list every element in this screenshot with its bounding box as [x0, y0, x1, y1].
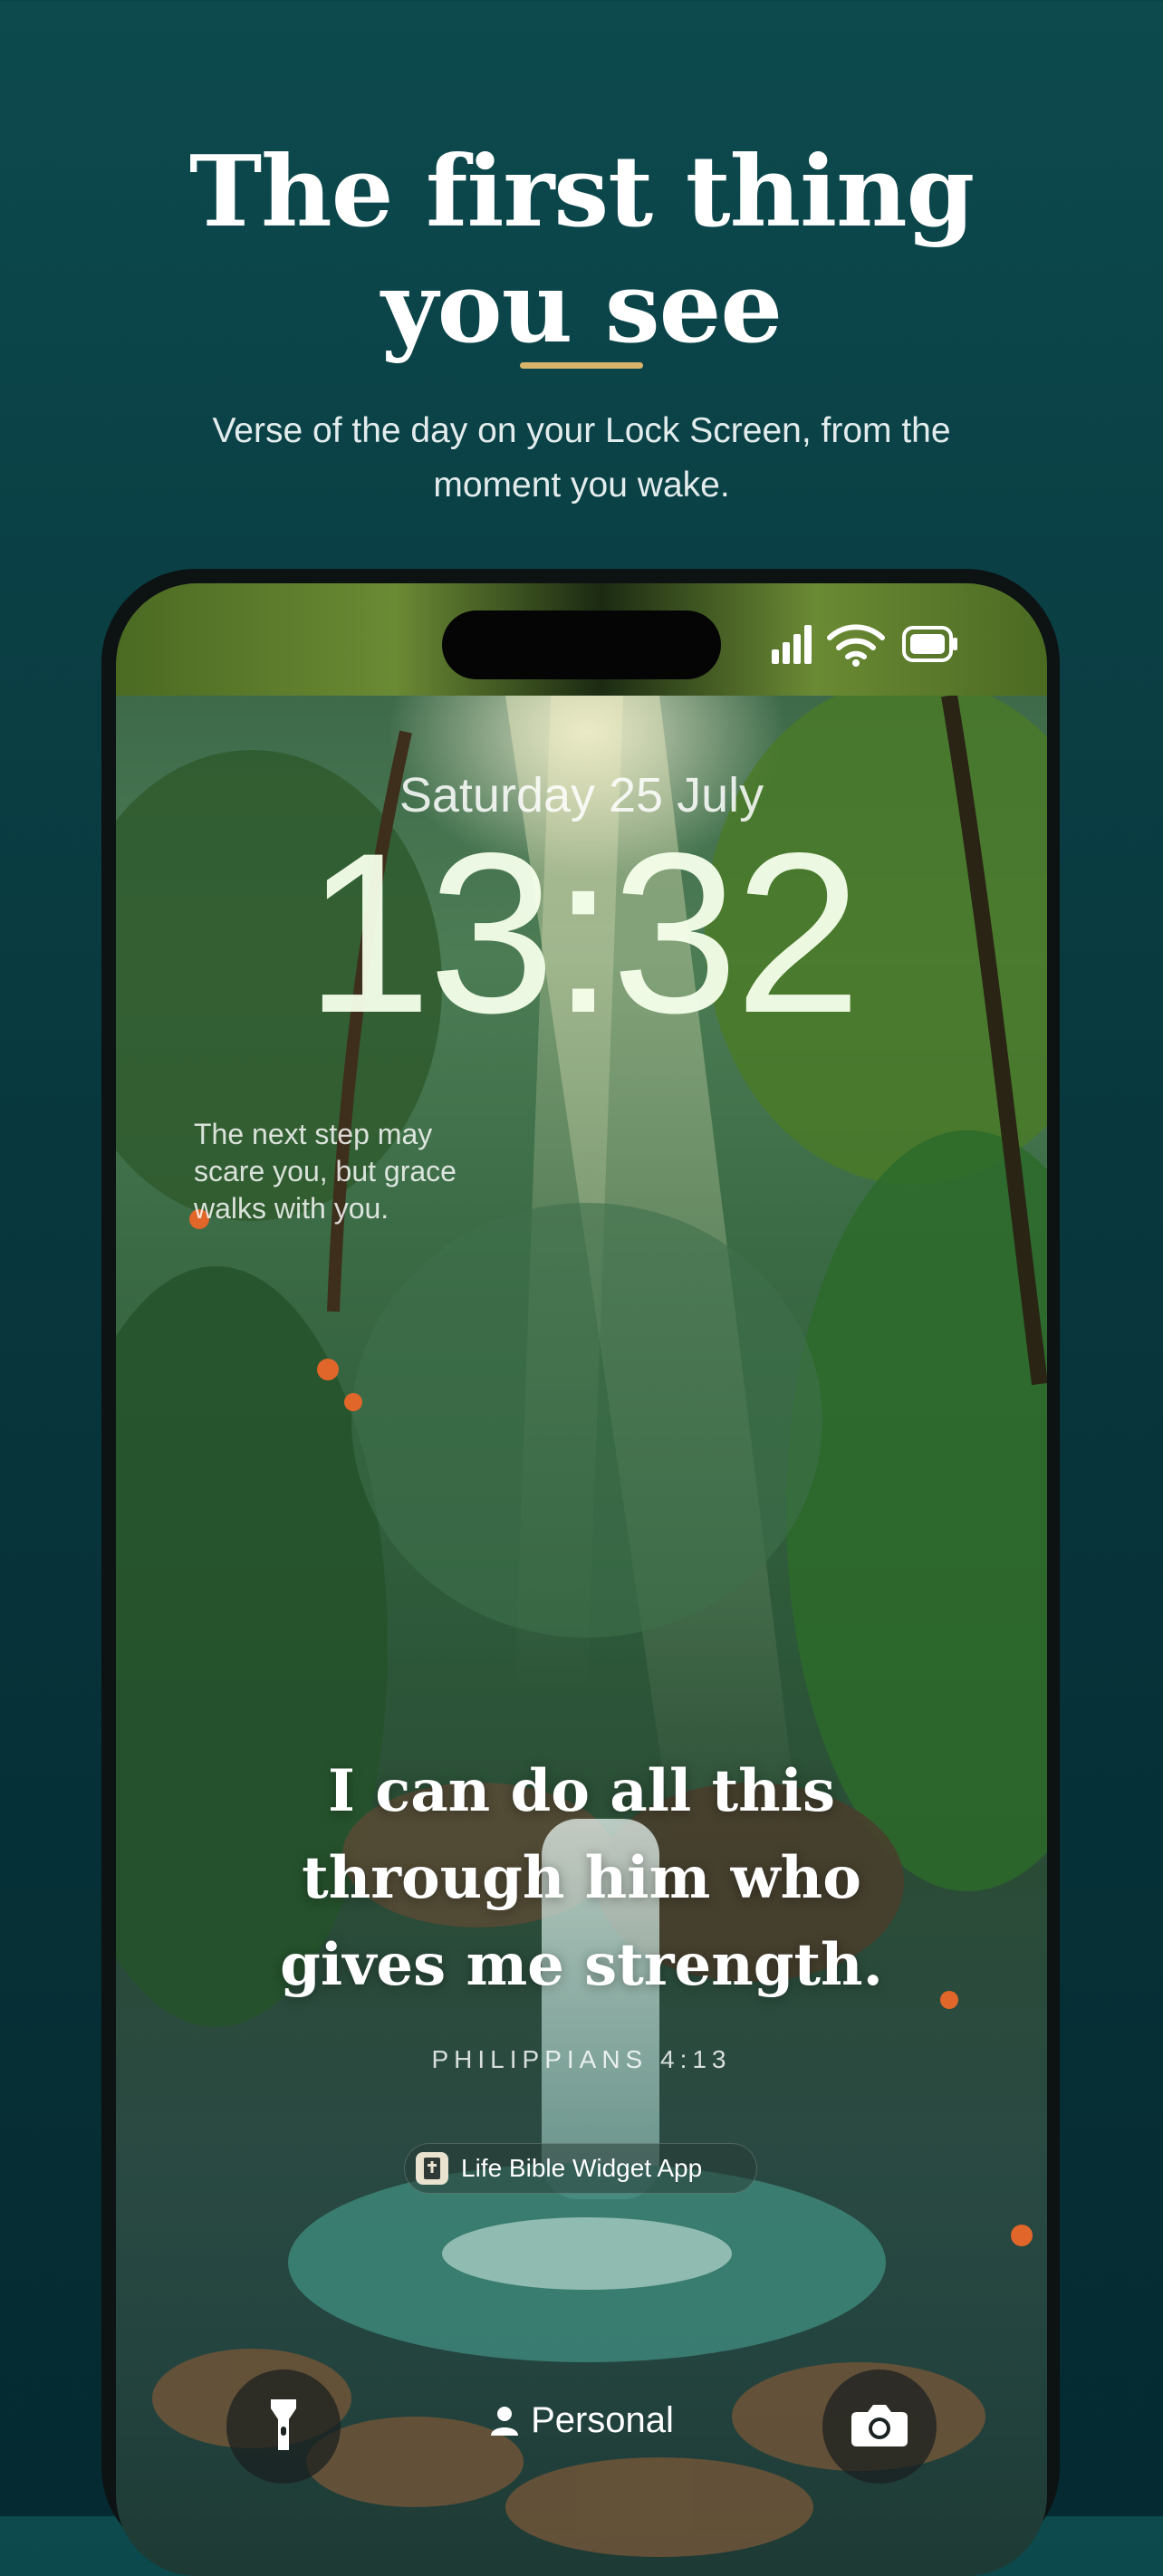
widget-text-line-1: The next step may: [194, 1118, 433, 1150]
status-icons: [770, 620, 958, 668]
verse-line-1: I can do all this: [328, 1757, 835, 1825]
camera-icon: [850, 2401, 909, 2453]
hero-subtitle: Verse of the day on your Lock Screen, fr…: [136, 404, 1027, 513]
app-badge-label: Life Bible Widget App: [461, 2154, 703, 2182]
lock-screen-time: 13:32: [304, 806, 862, 1061]
person-icon: [491, 2406, 519, 2436]
battery-icon: [902, 626, 958, 662]
hero-title: The first thing you see: [0, 134, 1163, 366]
focus-mode-label: Personal: [531, 2400, 674, 2440]
cellular-signal-icon: [770, 622, 813, 666]
verse-line-3: gives me strength.: [280, 1931, 883, 1999]
status-bar: [116, 583, 1047, 696]
verse-of-the-day: I can do all this through him who gives …: [116, 1748, 1047, 2009]
lock-screen-widget[interactable]: The next step may scare you, but grace w…: [194, 1116, 538, 1227]
bible-app-icon: [416, 2152, 448, 2185]
hero-subtitle-line-1: Verse of the day on your Lock Screen, fr…: [212, 411, 951, 450]
lock-screen: Saturday 25 July 13:32 The next step may…: [116, 583, 1047, 2576]
hero-title-line-1: The first thing: [188, 135, 975, 249]
verse-reference: PHILIPPIANS 4:13: [431, 2045, 732, 2073]
hero-title-line-2: you see: [380, 251, 783, 365]
app-badge[interactable]: Life Bible Widget App: [404, 2143, 757, 2194]
hero-subtitle-line-2: moment you wake.: [433, 466, 730, 505]
wifi-icon: [826, 621, 886, 667]
camera-button[interactable]: [822, 2369, 937, 2484]
verse-line-2: through him who: [302, 1844, 861, 1912]
widget-text-line-2: scare you, but grace: [194, 1155, 457, 1187]
widget-text-line-3: walks with you.: [194, 1192, 389, 1225]
dynamic-island: [442, 610, 721, 679]
title-underline: [520, 362, 643, 369]
